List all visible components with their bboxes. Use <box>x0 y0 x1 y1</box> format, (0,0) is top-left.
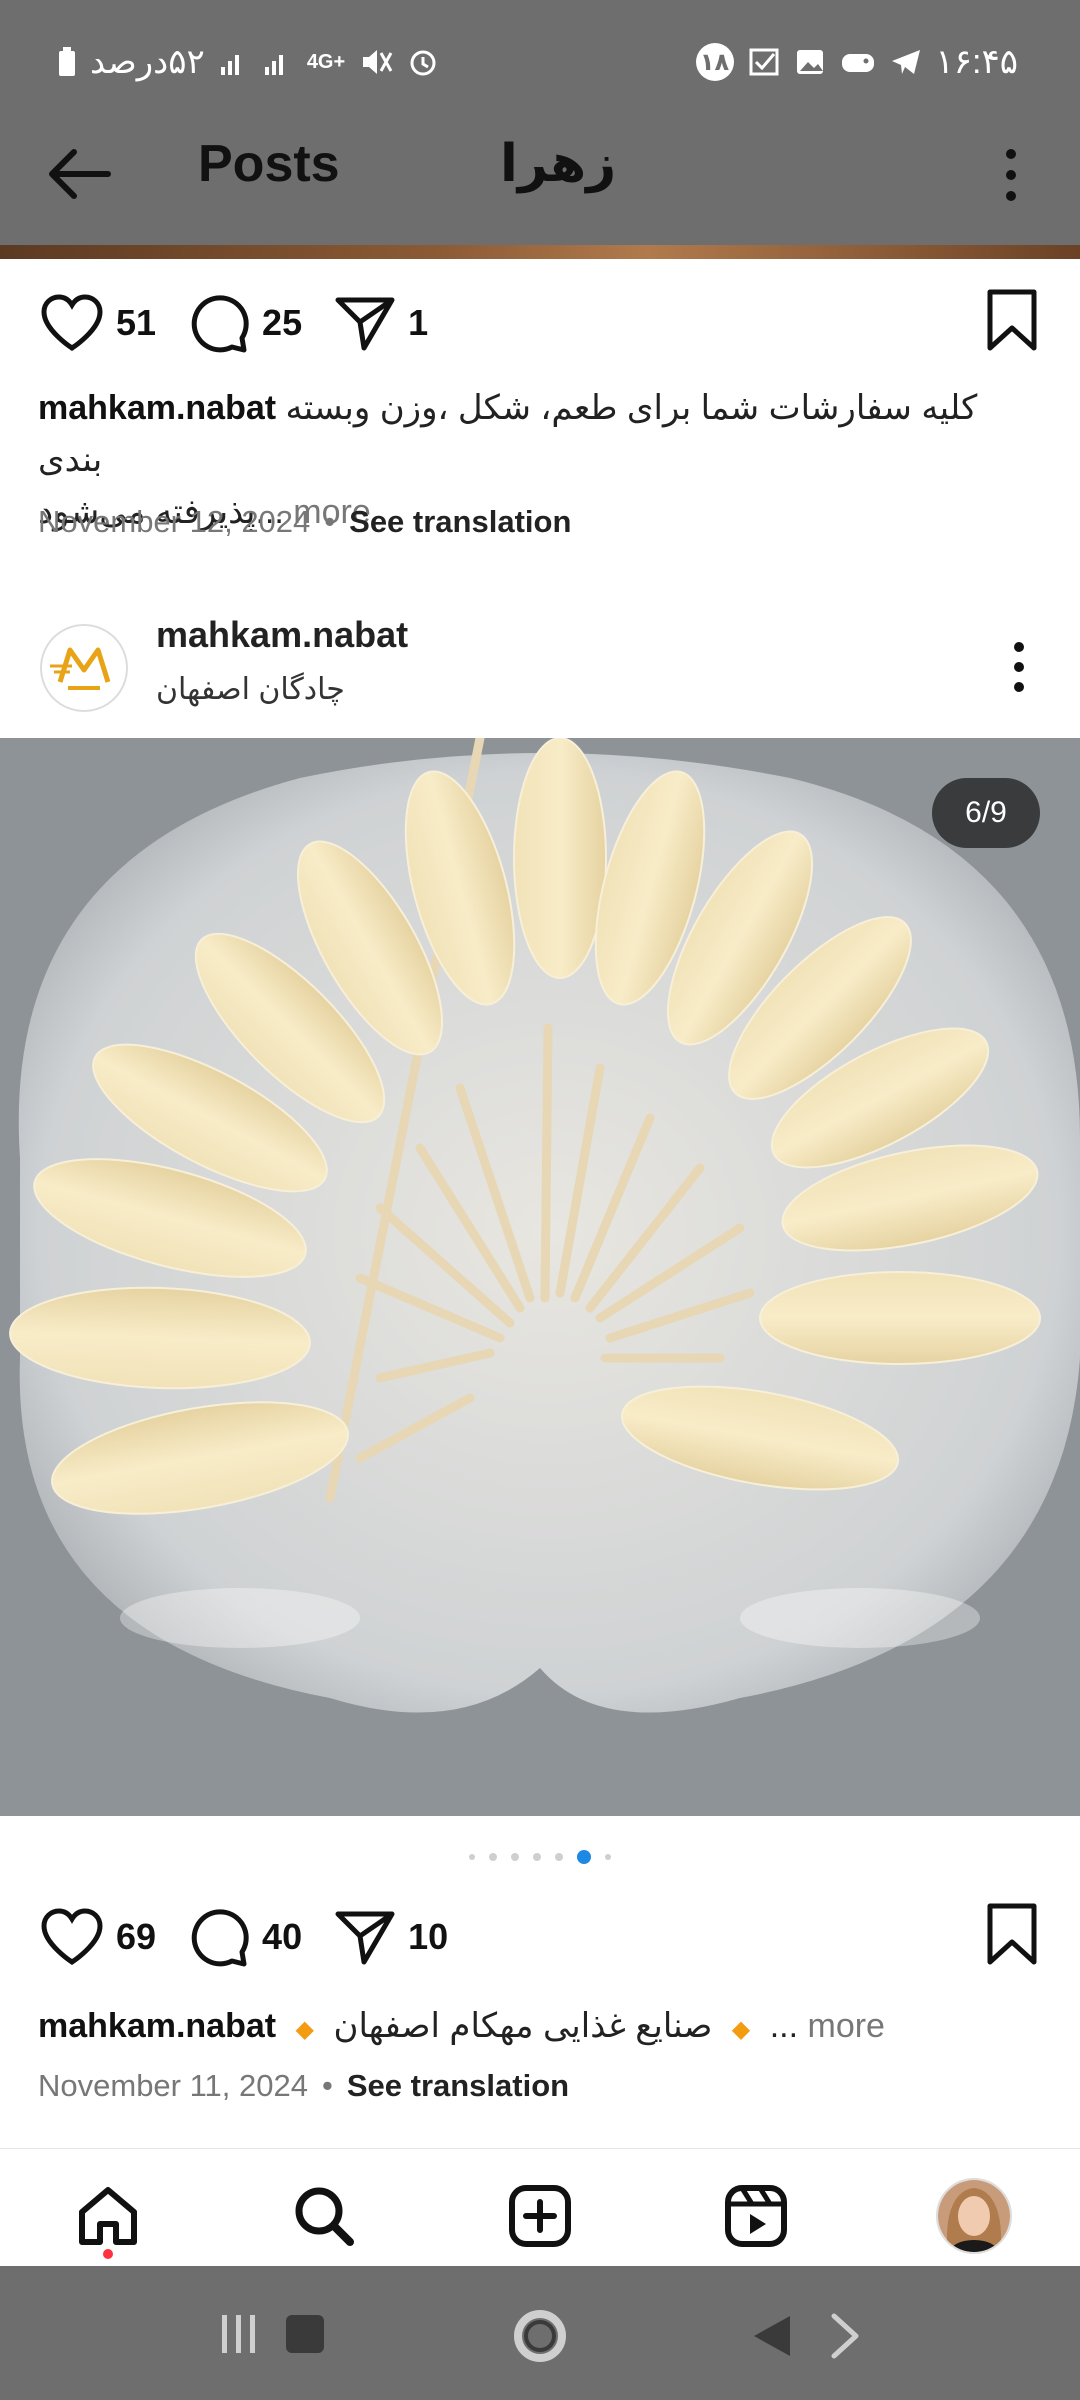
caption: mahkam.nabat ◆ صنایع غذایی مهکام اصفهان … <box>38 2000 1038 2056</box>
status-bar-left: ۵۲درصد 4G+ <box>58 36 439 88</box>
post-date: November 12, 2024 <box>38 504 311 539</box>
signal-icon-2 <box>264 55 283 75</box>
more-link[interactable]: more <box>808 2007 885 2045</box>
caption-text: صنایع غذایی مهکام اصفهان <box>333 2007 713 2045</box>
caption-ellipsis: ... <box>769 2007 799 2045</box>
rock-candy-photo <box>0 738 1080 1816</box>
recent-apps-icon[interactable] <box>218 2311 328 2357</box>
signal-icon <box>220 55 239 75</box>
network-type: 4G+ <box>306 50 346 73</box>
profile-photo <box>938 2180 1010 2252</box>
caption-username[interactable]: mahkam.nabat <box>38 2007 276 2045</box>
create-icon[interactable] <box>504 2180 576 2252</box>
carousel-dot <box>605 1854 611 1860</box>
carousel-dot <box>511 1853 519 1861</box>
diamond-icon: ◆ <box>731 2016 751 2043</box>
profile-username: زهرا <box>500 135 617 193</box>
notification-dot <box>103 2249 113 2259</box>
post-options-icon[interactable] <box>1006 640 1032 694</box>
share-count: 1 <box>408 302 429 343</box>
like-button[interactable]: 51 <box>40 294 156 352</box>
reels-icon[interactable] <box>720 2180 792 2252</box>
share-button[interactable]: 10 <box>334 1908 448 1966</box>
action-bar: 69 40 10 <box>40 1902 480 1972</box>
comment-count: 40 <box>262 1916 303 1957</box>
like-button[interactable]: 69 <box>40 1908 156 1966</box>
carousel-pager: 6/9 <box>932 778 1040 848</box>
gallery-icon <box>796 50 823 74</box>
carousel-dot-active <box>577 1850 591 1864</box>
mute-icon <box>363 50 393 74</box>
check-icon <box>749 48 778 76</box>
carousel-dot <box>555 1853 563 1861</box>
page-title: Posts <box>198 135 340 193</box>
status-bar-right: ۱۸ ۱۶:۴۵ <box>695 36 1019 88</box>
share-count: 10 <box>408 1916 449 1957</box>
system-navigation-bar <box>0 2266 1080 2400</box>
home-icon[interactable] <box>72 2180 144 2252</box>
like-count: 69 <box>116 1916 157 1957</box>
comment-button[interactable]: 40 <box>188 1906 302 1968</box>
see-translation-link[interactable]: See translation <box>347 2068 569 2103</box>
send-icon <box>335 1911 395 1965</box>
carousel-dots <box>0 1850 1080 1864</box>
heart-icon <box>41 294 103 351</box>
share-button[interactable]: 1 <box>334 294 428 352</box>
brand-logo-icon <box>50 647 111 690</box>
carousel-dot <box>533 1853 541 1861</box>
previous-post-image-edge <box>0 245 1080 259</box>
comment-button[interactable]: 25 <box>188 292 302 354</box>
notification-count: ۱۸ <box>695 43 734 81</box>
post-date-row: November 11, 2024 • See translation <box>38 2068 570 2103</box>
clock: ۱۶:۴۵ <box>935 43 1019 81</box>
home-button-icon[interactable] <box>512 2308 568 2364</box>
post-date-row: November 12, 2024 • See translation <box>38 504 572 539</box>
alarm-icon <box>410 50 436 76</box>
comment-count: 25 <box>262 302 303 343</box>
back-nav-icon[interactable] <box>750 2312 870 2360</box>
post-username[interactable]: mahkam.nabat <box>156 614 408 656</box>
heart-icon <box>41 1908 103 1965</box>
carousel-dot <box>489 1853 497 1861</box>
see-translation-link[interactable]: See translation <box>349 504 571 539</box>
account-avatar[interactable] <box>40 624 128 712</box>
comment-icon <box>191 1909 249 1967</box>
post-image[interactable] <box>0 738 1080 1816</box>
comment-icon <box>191 295 249 353</box>
bookmark-icon[interactable] <box>984 1902 1040 1966</box>
battery-icon <box>59 47 75 76</box>
battery-percent: ۵۲درصد <box>90 43 205 81</box>
caption-username[interactable]: mahkam.nabat <box>38 389 276 427</box>
send-icon <box>335 297 395 351</box>
post-date: November 11, 2024 <box>38 2068 308 2103</box>
back-arrow-icon[interactable] <box>44 148 114 200</box>
more-options-icon[interactable] <box>996 146 1026 204</box>
action-bar-previous: 51 25 1 <box>40 288 460 358</box>
like-count: 51 <box>116 302 157 343</box>
profile-avatar[interactable] <box>936 2178 1012 2254</box>
carousel-dot <box>469 1854 475 1860</box>
diamond-icon: ◆ <box>295 2016 315 2043</box>
telegram-icon <box>891 50 920 74</box>
post-location[interactable]: چادگان اصفهان <box>156 672 345 707</box>
search-icon[interactable] <box>288 2180 360 2252</box>
game-icon <box>841 54 874 72</box>
bookmark-icon[interactable] <box>984 288 1040 352</box>
